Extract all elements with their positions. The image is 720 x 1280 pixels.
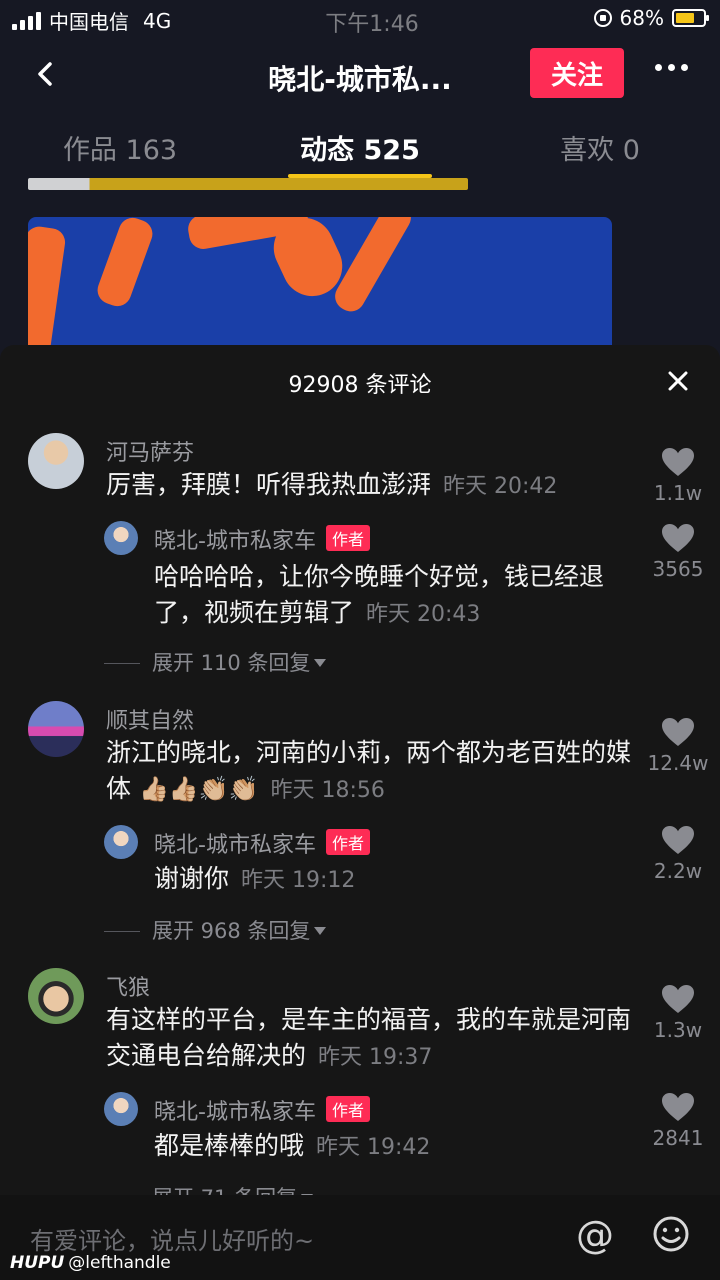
caret-down-icon bbox=[314, 927, 327, 935]
comment-time: 昨天 20:42 bbox=[443, 474, 558, 499]
author-badge: 作者 bbox=[325, 829, 370, 855]
reply-time: 昨天 19:12 bbox=[241, 868, 356, 893]
video-caption-peek bbox=[28, 178, 468, 190]
close-icon[interactable] bbox=[664, 367, 692, 395]
reply-username[interactable]: 晓北-城市私家车 bbox=[154, 529, 316, 554]
at-icon[interactable]: @ bbox=[576, 1213, 614, 1257]
like-button[interactable]: 1.1w bbox=[640, 447, 716, 505]
more-icon[interactable] bbox=[655, 64, 688, 71]
battery-percent: 68% bbox=[619, 6, 664, 30]
like-count: 1.3w bbox=[653, 1018, 703, 1042]
expand-replies-label: 展开 968 条回复 bbox=[152, 919, 311, 943]
comment-time: 昨天 18:56 bbox=[270, 778, 385, 803]
heart-icon bbox=[662, 826, 694, 854]
heart-icon bbox=[662, 718, 694, 746]
comment-body: 浙江的晓北，河南的小莉，两个都为老百姓的媒体 👍🏼👍🏼👏🏼👏🏼 昨天 18:56 bbox=[106, 735, 636, 809]
battery-icon bbox=[672, 9, 709, 27]
video-thumbnail[interactable] bbox=[28, 217, 612, 357]
tab-works[interactable]: 作品 163 bbox=[0, 120, 240, 180]
reply-username-row: 晓北-城市私家车 作者 bbox=[154, 827, 370, 859]
watermark-brand: HUPU bbox=[10, 1253, 65, 1273]
comment-body: 厉害，拜膜！听得我热血澎湃 昨天 20:42 bbox=[106, 467, 636, 505]
avatar[interactable] bbox=[104, 1092, 138, 1126]
like-button[interactable]: 2.2w bbox=[640, 825, 716, 883]
reply-text: 都是棒棒的哦 bbox=[154, 1131, 305, 1160]
reply-username[interactable]: 晓北-城市私家车 bbox=[154, 833, 316, 858]
like-button[interactable]: 2841 bbox=[640, 1092, 716, 1150]
avatar[interactable] bbox=[28, 968, 84, 1024]
heart-icon bbox=[662, 524, 694, 552]
avatar[interactable] bbox=[28, 433, 84, 489]
heart-icon bbox=[662, 985, 694, 1013]
back-icon[interactable] bbox=[32, 60, 60, 88]
like-button[interactable]: 12.4w bbox=[640, 717, 716, 775]
caret-down-icon bbox=[314, 659, 327, 667]
like-count: 2.2w bbox=[653, 859, 703, 883]
author-badge: 作者 bbox=[325, 525, 370, 551]
comment-username[interactable]: 河马萨芬 bbox=[106, 435, 194, 467]
like-button[interactable]: 3565 bbox=[640, 523, 716, 581]
like-count: 2841 bbox=[652, 1126, 704, 1150]
tab-likes[interactable]: 喜欢 0 bbox=[480, 120, 720, 180]
profile-header: 晓北-城市私... 关注 bbox=[0, 40, 720, 110]
emoji-icon[interactable] bbox=[652, 1215, 690, 1253]
expand-replies[interactable]: 展开 110 条回复 bbox=[104, 647, 327, 677]
comment-list: 河马萨芬 厉害，拜膜！听得我热血澎湃 昨天 20:42 1.1w 晓北-城市私家车… bbox=[0, 427, 720, 1197]
tab-activity[interactable]: 动态 525 bbox=[240, 120, 480, 180]
reply-body: 谢谢你 昨天 19:12 bbox=[154, 861, 634, 899]
reply-time: 昨天 19:42 bbox=[316, 1135, 431, 1160]
reply-username-row: 晓北-城市私家车 作者 bbox=[154, 1094, 370, 1126]
comment-time: 昨天 19:37 bbox=[318, 1045, 433, 1070]
comment-text: 厉害，拜膜！听得我热血澎湃 bbox=[106, 470, 432, 499]
like-button[interactable]: 1.3w bbox=[640, 984, 716, 1042]
page-title: 晓北-城市私... bbox=[268, 63, 452, 96]
reply-username[interactable]: 晓北-城市私家车 bbox=[154, 1100, 316, 1125]
status-bar: 中国电信 4G 下午1:46 68% bbox=[0, 0, 720, 40]
like-count: 12.4w bbox=[647, 751, 709, 775]
comment-username[interactable]: 顺其自然 bbox=[106, 703, 194, 735]
author-badge: 作者 bbox=[325, 1096, 370, 1122]
avatar[interactable] bbox=[104, 521, 138, 555]
expand-replies[interactable]: 展开 968 条回复 bbox=[104, 915, 327, 945]
comment-count: 92908 条评论 bbox=[288, 373, 432, 398]
like-count: 3565 bbox=[652, 557, 704, 581]
avatar[interactable] bbox=[28, 701, 84, 757]
expand-replies-label: 展开 110 条回复 bbox=[152, 651, 311, 675]
watermark-handle: @lefthandle bbox=[68, 1253, 171, 1273]
comment-body: 有这样的平台，是车主的福音，我的车就是河南交通电台给解决的 昨天 19:37 bbox=[106, 1002, 636, 1076]
watermark: HUPU @lefthandle bbox=[10, 1253, 171, 1273]
profile-tabs: 作品 163 动态 525 喜欢 0 bbox=[0, 120, 720, 180]
reply-time: 昨天 20:43 bbox=[366, 602, 481, 627]
reply-username-row: 晓北-城市私家车 作者 bbox=[154, 523, 370, 555]
avatar[interactable] bbox=[104, 825, 138, 859]
comments-panel: 92908 条评论 河马萨芬 厉害，拜膜！听得我热血澎湃 昨天 20:42 1.1… bbox=[0, 345, 720, 1280]
follow-button[interactable]: 关注 bbox=[530, 48, 624, 98]
comment-input[interactable]: 有爱评论，说点儿好听的~ bbox=[30, 1221, 314, 1256]
comment-emojis: 👍🏼👍🏼👏🏼👏🏼 bbox=[138, 775, 259, 803]
like-count: 1.1w bbox=[653, 481, 703, 505]
reply-body: 都是棒棒的哦 昨天 19:42 bbox=[154, 1128, 634, 1166]
heart-icon bbox=[662, 1093, 694, 1121]
comment-username[interactable]: 飞狼 bbox=[106, 970, 150, 1002]
reply-text: 谢谢你 bbox=[154, 864, 230, 893]
rotation-lock-icon bbox=[593, 9, 612, 27]
reply-body: 哈哈哈哈，让你今晚睡个好觉，钱已经退了，视频在剪辑了 昨天 20:43 bbox=[154, 559, 634, 633]
heart-icon bbox=[662, 448, 694, 476]
